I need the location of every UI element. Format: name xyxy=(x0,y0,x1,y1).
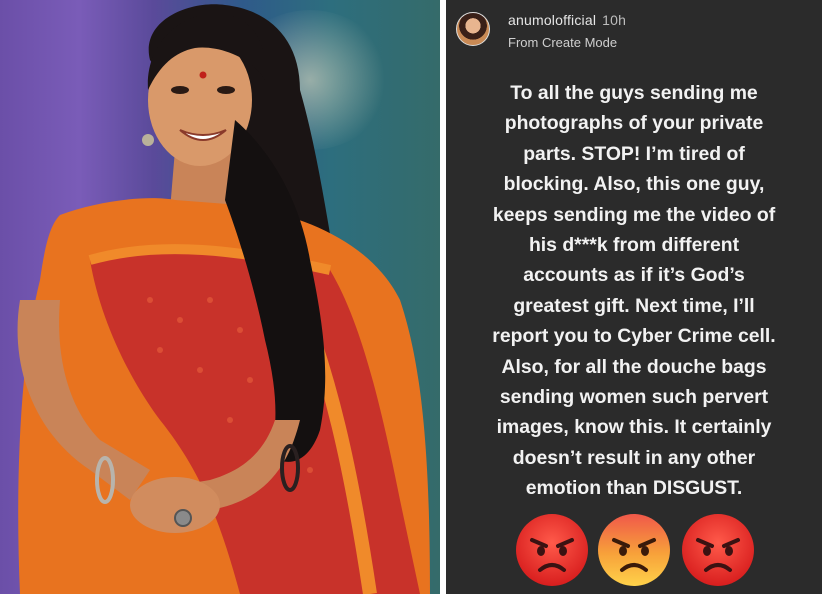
photo-panel xyxy=(0,0,440,594)
message-line: images, know this. It certainly xyxy=(496,416,772,439)
message-line: his d***k from different xyxy=(528,234,740,257)
angry-face-icon xyxy=(596,512,672,588)
story-author[interactable]: anumolofficial 10h xyxy=(508,12,626,28)
story-message: To all the guys sending me photographs o… xyxy=(454,78,814,504)
avatar[interactable] xyxy=(456,12,490,46)
message-line: accounts as if it’s God’s xyxy=(523,264,745,287)
message-line: sending women such pervert xyxy=(499,386,769,409)
portrait-photo xyxy=(17,4,431,594)
message-line: doesn’t result in any other xyxy=(512,446,756,469)
angry-face-icon xyxy=(680,512,756,588)
message-line: parts. STOP! I’m tired of xyxy=(523,142,745,165)
message-line: greatest gift. Next time, I’ll xyxy=(513,294,755,317)
story-header: anumolofficial 10h From Create Mode xyxy=(456,8,812,52)
angry-face-icon xyxy=(514,512,590,588)
emoji-row xyxy=(446,512,822,592)
username-label[interactable]: anumolofficial xyxy=(508,12,596,28)
message-line: Also, for all the douche bags xyxy=(501,355,767,378)
story-panel: anumolofficial 10h From Create Mode To al… xyxy=(446,0,822,594)
message-line: photographs of your private xyxy=(504,112,764,135)
message-line: report you to Cyber Crime cell. xyxy=(492,325,776,348)
message-line: blocking. Also, this one guy, xyxy=(503,173,765,196)
create-mode-label: From Create Mode xyxy=(508,35,618,50)
message-line: To all the guys sending me xyxy=(510,82,758,104)
time-ago: 10h xyxy=(602,12,627,28)
message-line: keeps sending me the video of xyxy=(492,203,776,226)
message-line: emotion than DISGUST. xyxy=(525,477,743,500)
